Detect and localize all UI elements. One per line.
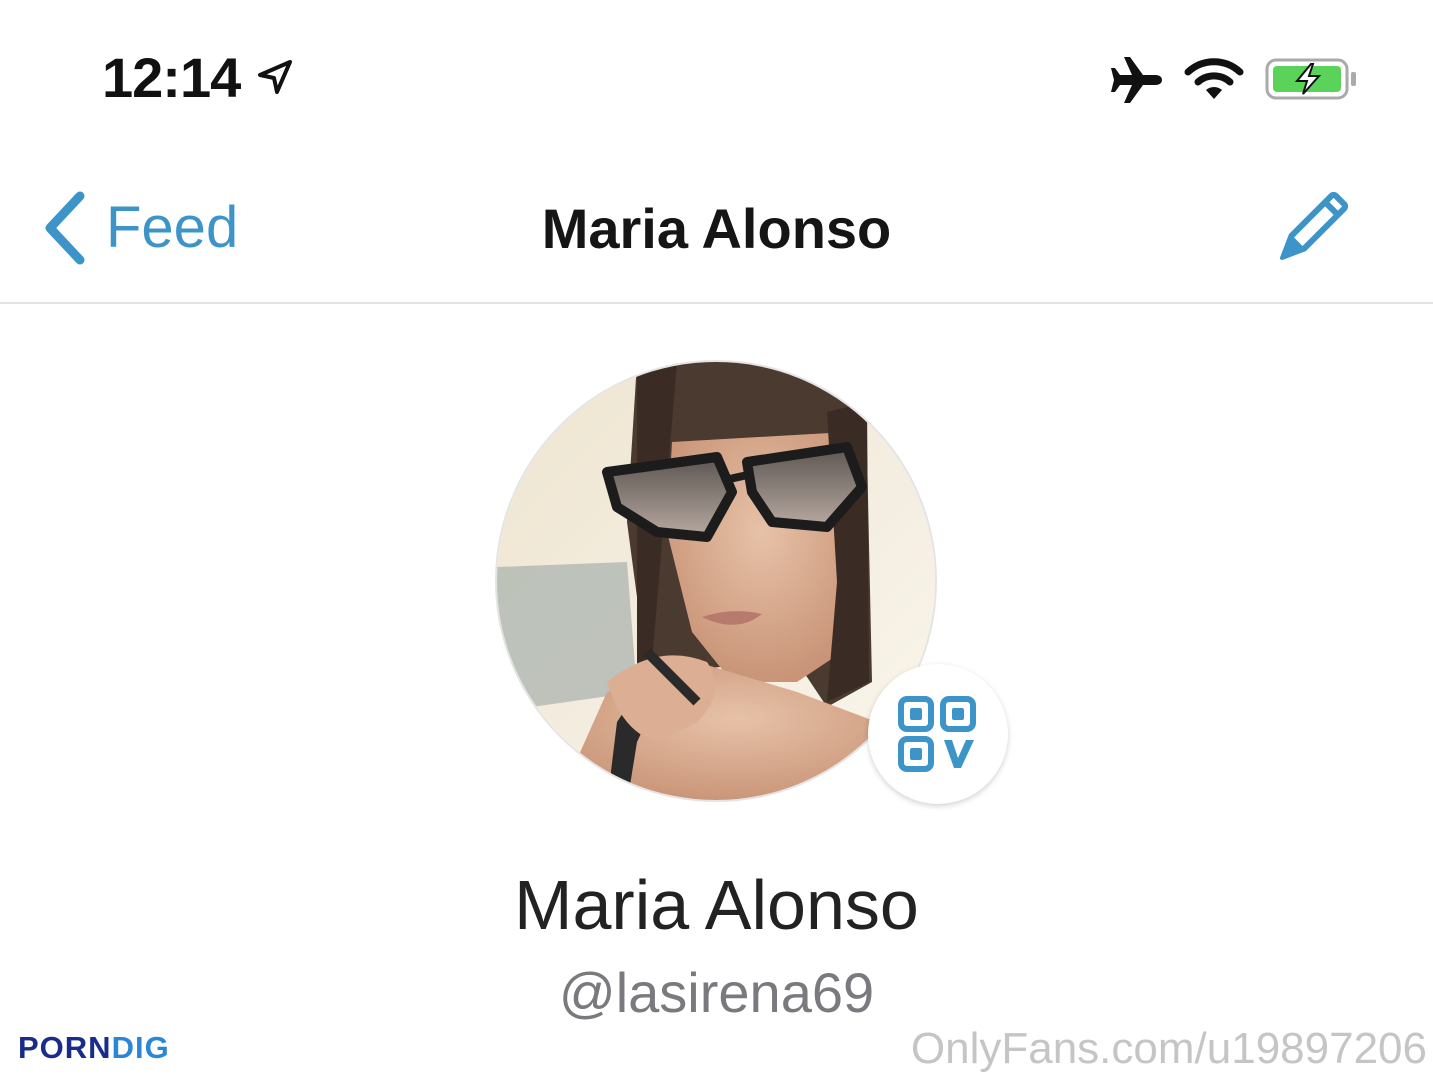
airplane-icon (1111, 57, 1162, 103)
location-arrow-icon (258, 60, 292, 94)
status-time: 12:14 (102, 46, 241, 109)
navigation-bar: Feed Maria Alonso (0, 150, 1433, 304)
watermark-url: OnlyFans.com/u19897206 (910, 1024, 1427, 1073)
profile-name: Maria Alonso (514, 866, 919, 944)
watermark-logo-part2: DIG (111, 1030, 170, 1065)
profile-screen: 12:14 Feed Maria Alonso Maria Alonso @la… (0, 0, 1433, 1080)
pencil-icon[interactable] (1266, 184, 1356, 274)
wifi-icon (1184, 58, 1244, 99)
battery-charging-icon (1265, 58, 1356, 100)
watermark-logo-part1: PORN (18, 1030, 112, 1065)
page-title: Maria Alonso (541, 197, 892, 260)
qr-code-button[interactable] (868, 664, 1008, 804)
qr-code-icon (898, 696, 976, 772)
status-bar: 12:14 (0, 0, 1433, 150)
watermark-logo: PORNDIG (18, 1030, 170, 1066)
profile-handle: @lasirena69 (558, 961, 875, 1024)
